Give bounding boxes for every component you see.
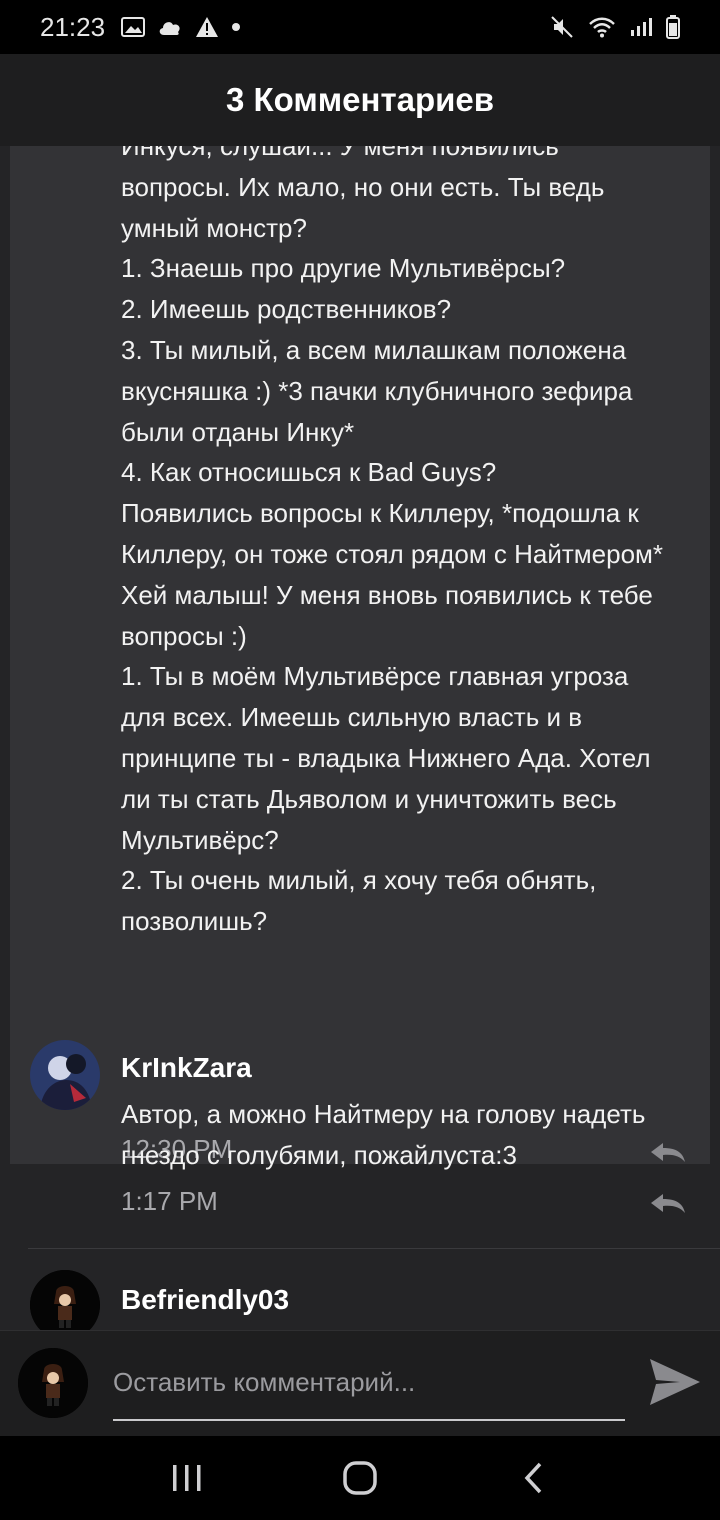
- comment-item: KrInkZara Автор, а можно Найтмеру на гол…: [0, 1040, 720, 1248]
- comment-author[interactable]: KrInkZara: [121, 1052, 252, 1084]
- reply-icon: [651, 1194, 685, 1213]
- signal-icon: [630, 17, 652, 37]
- comments-list[interactable]: Инкуся, слушай... У меня появились вопро…: [0, 146, 720, 1330]
- wifi-icon: [588, 16, 616, 38]
- image-icon: [121, 17, 146, 37]
- status-bar: 21:23: [0, 0, 720, 54]
- send-icon: [650, 1359, 700, 1405]
- comments-header: 3 Комментариев: [0, 54, 720, 146]
- recent-apps-icon: [172, 1465, 201, 1491]
- dot-icon: [231, 22, 241, 32]
- avatar[interactable]: [30, 1040, 100, 1110]
- comment-author[interactable]: Befriendly03: [121, 1284, 289, 1316]
- cloud-icon: [157, 18, 183, 36]
- reply-button[interactable]: [648, 1191, 688, 1215]
- status-time: 21:23: [40, 11, 106, 42]
- home-button[interactable]: [330, 1448, 390, 1508]
- mute-icon: [550, 15, 574, 39]
- system-nav-bar: [0, 1436, 720, 1520]
- recent-apps-button[interactable]: [157, 1448, 217, 1508]
- back-button[interactable]: [503, 1448, 563, 1508]
- back-icon: [524, 1462, 542, 1494]
- home-icon: [343, 1461, 377, 1495]
- compose-bar: Оставить комментарий...: [0, 1330, 720, 1436]
- divider: [28, 1248, 720, 1249]
- battery-icon: [666, 15, 680, 39]
- comment-time: 1:17 PM: [121, 1186, 218, 1216]
- comment-input[interactable]: Оставить комментарий...: [113, 1361, 625, 1421]
- user-avatar: [18, 1348, 88, 1418]
- page-title: 3 Комментариев: [225, 81, 495, 118]
- warning-icon: [195, 16, 219, 38]
- comment-item: Befriendly03: [0, 1270, 720, 1330]
- notification-icons: [121, 16, 241, 38]
- comment-body: Инкуся, слушай... У меня появились вопро…: [121, 146, 664, 937]
- comment-body: Автор, а можно Найтмеру на голову надеть…: [121, 1099, 646, 1170]
- highlighted-comment: Инкуся, слушай... У меня появились вопро…: [10, 146, 710, 1164]
- send-button[interactable]: [648, 1357, 702, 1407]
- avatar[interactable]: [30, 1270, 100, 1330]
